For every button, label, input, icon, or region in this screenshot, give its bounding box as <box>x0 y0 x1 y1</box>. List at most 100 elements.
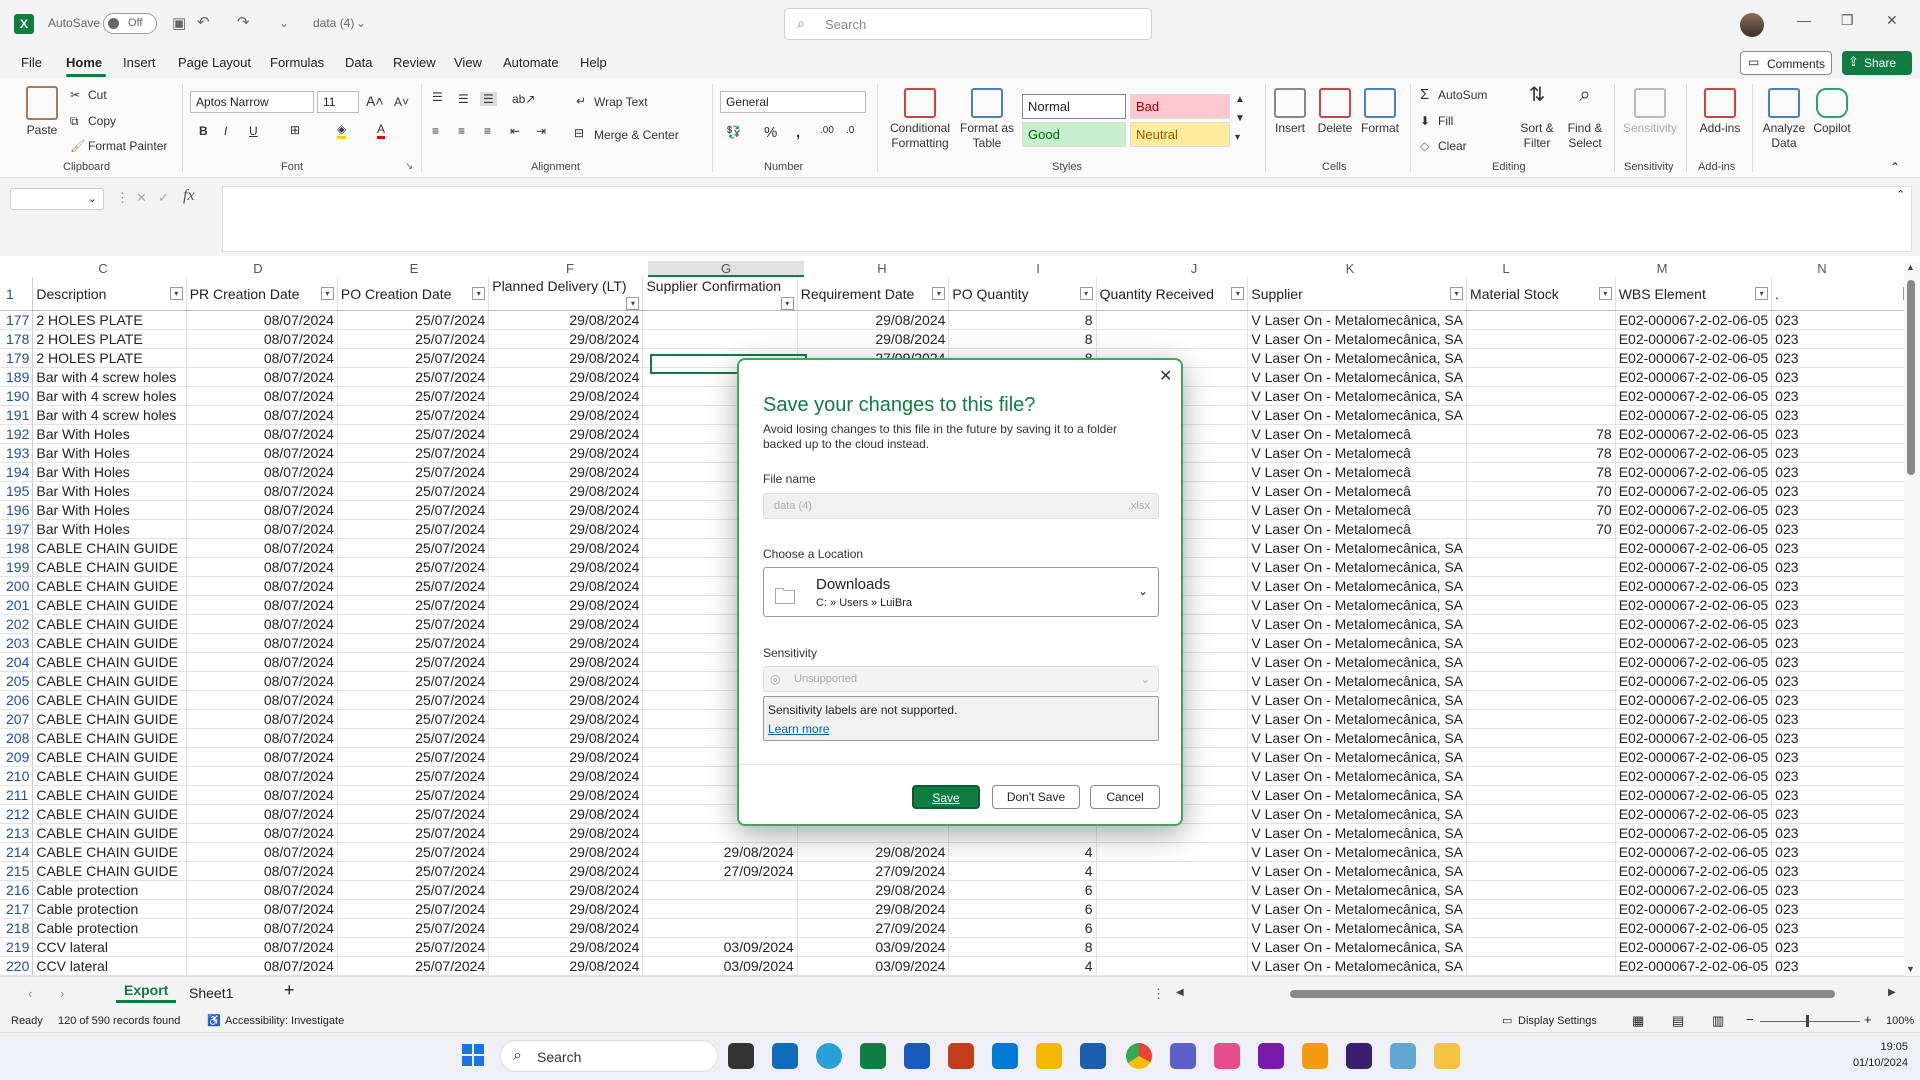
table-cell[interactable]: 29/08/2024 <box>797 310 950 330</box>
table-cell[interactable] <box>1466 595 1616 615</box>
table-cell[interactable]: CABLE CHAIN GUIDE <box>32 595 187 615</box>
table-cell[interactable]: 08/07/2024 <box>186 424 338 444</box>
row-number[interactable]: 218 <box>0 918 34 938</box>
tab-formulas[interactable]: Formulas <box>270 55 324 70</box>
grow-font-icon[interactable]: A˄ <box>366 93 384 109</box>
header-cell[interactable]: Description ▾ <box>32 277 187 311</box>
app-icon[interactable] <box>1036 1043 1062 1069</box>
column-header-i[interactable]: I <box>960 261 1116 277</box>
scroll-right-icon[interactable]: ▶ <box>1888 987 1896 998</box>
table-cell[interactable]: 29/08/2024 <box>488 348 644 368</box>
table-cell[interactable]: 023 <box>1771 690 1920 710</box>
table-cell[interactable]: 29/08/2024 <box>488 652 644 672</box>
horizontal-scroll-thumb[interactable] <box>1290 990 1835 998</box>
table-cell[interactable]: 25/07/2024 <box>337 956 490 976</box>
tab-file[interactable]: File <box>21 55 42 70</box>
row-number[interactable]: 216 <box>0 880 34 900</box>
table-cell[interactable] <box>1466 766 1616 786</box>
table-cell[interactable]: E02-000067-2-02-06-05 <box>1615 823 1773 843</box>
table-cell[interactable]: 023 <box>1771 842 1920 862</box>
table-cell[interactable]: 08/07/2024 <box>186 671 338 691</box>
table-cell[interactable] <box>1096 918 1249 938</box>
table-cell[interactable]: 70 <box>1466 481 1616 501</box>
decrease-indent-icon[interactable]: ⇤ <box>510 124 520 138</box>
tab-review[interactable]: Review <box>393 55 436 70</box>
table-cell[interactable]: 25/07/2024 <box>337 443 490 463</box>
table-cell[interactable]: 29/08/2024 <box>488 443 644 463</box>
filter-dropdown-icon[interactable]: ▾ <box>320 286 334 300</box>
table-cell[interactable]: 08/07/2024 <box>186 804 338 824</box>
table-cell[interactable]: 08/07/2024 <box>186 652 338 672</box>
row-number[interactable]: 195 <box>0 481 34 501</box>
row-number[interactable]: 209 <box>0 747 34 767</box>
table-cell[interactable]: 023 <box>1771 899 1920 919</box>
table-cell[interactable]: 29/08/2024 <box>488 861 644 881</box>
table-cell[interactable]: 29/08/2024 <box>488 481 644 501</box>
table-cell[interactable]: 25/07/2024 <box>337 766 490 786</box>
conditional-formatting-button[interactable]: Conditional Formatting <box>884 88 956 151</box>
table-cell[interactable]: 08/07/2024 <box>186 937 338 957</box>
table-cell[interactable]: 25/07/2024 <box>337 576 490 596</box>
page-layout-view-icon[interactable]: ▤ <box>1672 1013 1684 1029</box>
accessibility-status[interactable]: Accessibility: Investigate <box>225 1015 344 1027</box>
filter-dropdown-icon[interactable]: ▾ <box>1755 286 1769 300</box>
table-cell[interactable]: CABLE CHAIN GUIDE <box>32 728 187 748</box>
table-cell[interactable]: E02-000067-2-02-06-05 <box>1615 690 1773 710</box>
sort-filter-button[interactable]: ⇅ Sort & Filter <box>1514 85 1560 151</box>
table-cell[interactable]: 27/09/2024 <box>797 918 950 938</box>
table-cell[interactable]: 08/07/2024 <box>186 766 338 786</box>
table-cell[interactable]: 023 <box>1771 481 1920 501</box>
file-explorer-icon[interactable] <box>1434 1043 1460 1069</box>
table-cell[interactable]: 29/08/2024 <box>797 880 950 900</box>
prev-sheet-icon[interactable]: ‹ <box>28 986 32 1001</box>
table-cell[interactable]: 4 <box>948 956 1097 976</box>
table-cell[interactable]: 023 <box>1771 424 1920 444</box>
row-number[interactable]: 211 <box>0 785 34 805</box>
align-middle-icon[interactable]: ☰ <box>458 92 469 106</box>
restore-icon[interactable]: ❐ <box>1841 12 1854 29</box>
table-cell[interactable]: E02-000067-2-02-06-05 <box>1615 481 1773 501</box>
italic-icon[interactable]: I <box>224 124 227 138</box>
filter-dropdown-icon[interactable]: ▾ <box>1231 286 1245 300</box>
table-cell[interactable]: 08/07/2024 <box>186 576 338 596</box>
table-cell[interactable]: V Laser On - Metalomecânica, SA <box>1247 728 1468 748</box>
header-cell[interactable]: Supplier ▾ <box>1247 277 1468 311</box>
table-cell[interactable]: 08/07/2024 <box>186 728 338 748</box>
table-cell[interactable] <box>642 310 798 330</box>
table-cell[interactable]: 25/07/2024 <box>337 804 490 824</box>
filter-dropdown-icon[interactable]: ▾ <box>169 286 183 300</box>
table-cell[interactable]: 023 <box>1771 329 1920 349</box>
table-cell[interactable] <box>642 880 798 900</box>
normal-view-icon[interactable]: ▦ <box>1632 1013 1644 1029</box>
table-cell[interactable] <box>1466 614 1616 634</box>
row-number[interactable]: 210 <box>0 766 34 786</box>
remote-desktop-icon[interactable] <box>992 1043 1018 1069</box>
table-cell[interactable] <box>1096 956 1249 976</box>
table-cell[interactable]: E02-000067-2-02-06-05 <box>1615 310 1773 330</box>
table-cell[interactable]: V Laser On - Metalomecânica, SA <box>1247 595 1468 615</box>
table-cell[interactable]: Bar with 4 screw holes <box>32 405 187 425</box>
table-cell[interactable]: 25/07/2024 <box>337 747 490 767</box>
table-cell[interactable]: V Laser On - Metalomecânica, SA <box>1247 671 1468 691</box>
table-cell[interactable]: E02-000067-2-02-06-05 <box>1615 880 1773 900</box>
table-cell[interactable]: E02-000067-2-02-06-05 <box>1615 538 1773 558</box>
table-cell[interactable]: CABLE CHAIN GUIDE <box>32 652 187 672</box>
row-number[interactable]: 202 <box>0 614 34 634</box>
table-cell[interactable]: Bar With Holes <box>32 462 187 482</box>
table-cell[interactable]: Bar With Holes <box>32 443 187 463</box>
header-cell[interactable]: Material Stock ▾ <box>1466 277 1616 311</box>
column-header-m[interactable]: M <box>1584 261 1740 277</box>
table-cell[interactable] <box>1466 861 1616 881</box>
table-cell[interactable] <box>1466 557 1616 577</box>
column-header-n[interactable]: N <box>1740 261 1904 277</box>
table-cell[interactable]: 023 <box>1771 576 1920 596</box>
table-cell[interactable]: E02-000067-2-02-06-05 <box>1615 861 1773 881</box>
row-number[interactable]: 198 <box>0 538 34 558</box>
table-cell[interactable]: 023 <box>1771 918 1920 938</box>
table-cell[interactable]: CABLE CHAIN GUIDE <box>32 633 187 653</box>
table-cell[interactable]: 29/08/2024 <box>488 500 644 520</box>
table-cell[interactable]: 25/07/2024 <box>337 842 490 862</box>
table-cell[interactable]: 29/08/2024 <box>488 937 644 957</box>
table-cell[interactable]: E02-000067-2-02-06-05 <box>1615 557 1773 577</box>
table-cell[interactable]: 03/09/2024 <box>797 956 950 976</box>
